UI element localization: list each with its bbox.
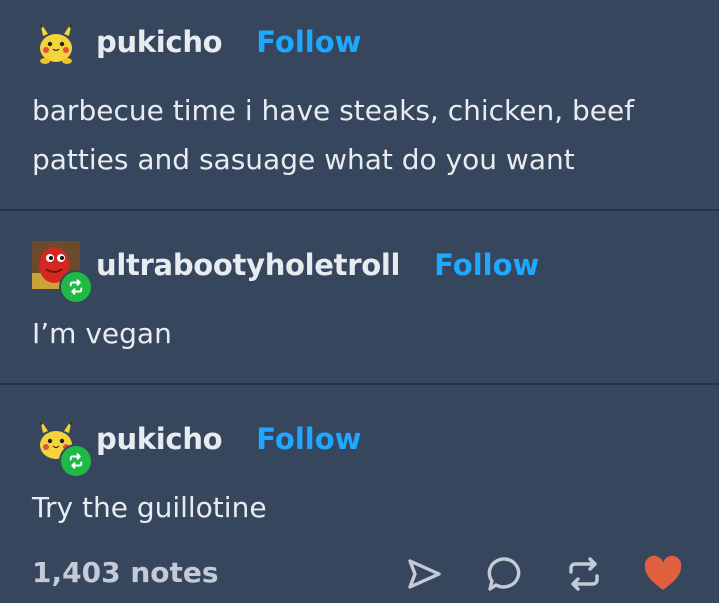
reblog-button[interactable] [564,554,604,594]
share-button[interactable] [404,554,444,594]
post-reblog: pukicho Follow Try the guillotine [0,385,719,535]
comment-button[interactable] [485,554,525,594]
reblog-badge [59,444,93,478]
reblog-icon [69,453,83,469]
post-body: barbecue time i have steaks, chicken, be… [32,86,692,184]
like-heart-icon [644,555,682,590]
avatar-pukicho[interactable] [32,18,80,66]
post-header: ultrabootyholetroll Follow [32,239,539,304]
reblog-icon [69,279,83,295]
post-body: I’m vegan [32,309,692,358]
username[interactable]: pukicho [96,422,223,456]
username[interactable]: pukicho [96,25,223,59]
post-header: pukicho Follow [32,413,361,478]
share-icon [408,559,441,589]
post-reblog: ultrabootyholetroll Follow I’m vegan [0,211,719,384]
reblog-badge [59,270,93,304]
comment-icon [487,557,521,591]
avatar-ultrabootyholetroll[interactable] [32,241,93,304]
post-text-line: Try the guillotine [32,491,267,524]
username[interactable]: ultrabootyholetroll [96,248,400,282]
pikachu-plush-icon [32,18,80,66]
post-text-line: patties and sasuage what do you want [32,143,575,176]
post-header: pukicho Follow [32,16,361,68]
follow-button[interactable]: Follow [434,248,539,282]
notes-count[interactable]: 1,403 notes [32,556,219,589]
post-text-line: I’m vegan [32,317,172,350]
like-button[interactable] [643,554,683,594]
follow-button[interactable]: Follow [256,422,361,456]
post-body: Try the guillotine [32,483,692,532]
avatar-pukicho[interactable] [32,415,93,478]
reblog-icon [569,557,599,591]
post-text-line: barbecue time i have steaks, chicken, be… [32,94,635,127]
follow-button[interactable]: Follow [256,25,361,59]
post-original: pukicho Follow barbecue time i have stea… [0,0,719,210]
